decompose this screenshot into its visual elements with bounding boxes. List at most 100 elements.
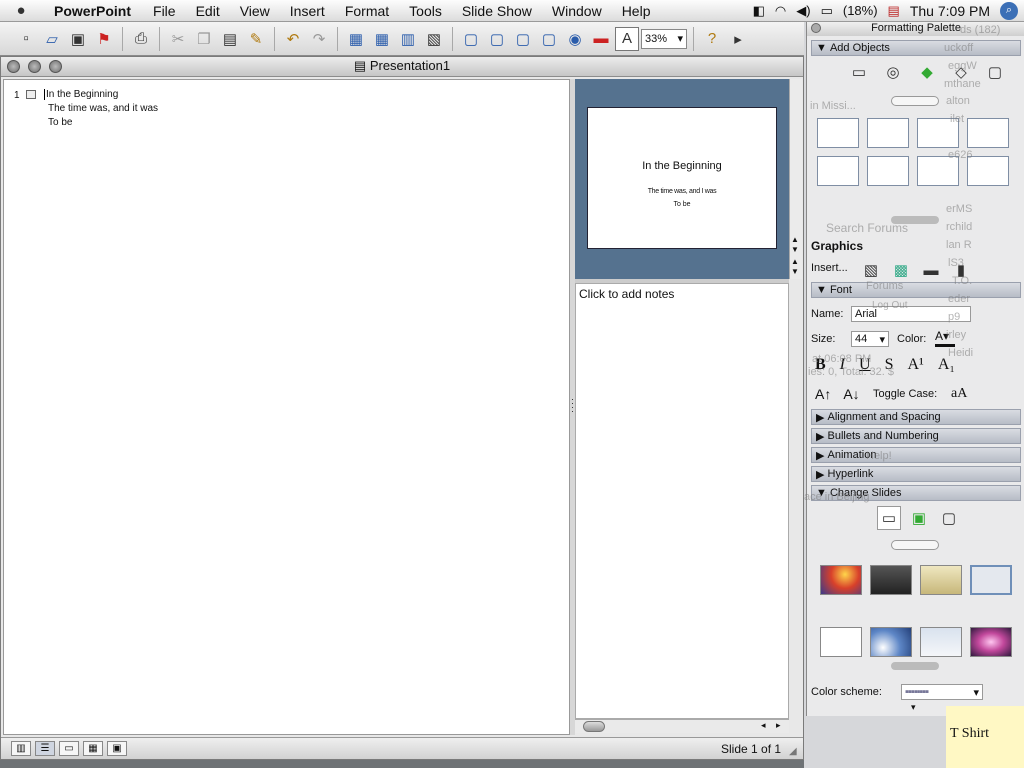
volume-icon[interactable]: ◀) xyxy=(796,3,810,19)
notes-placeholder[interactable]: Click to add notes xyxy=(579,287,674,301)
slide-body-line-2[interactable]: To be xyxy=(588,201,776,208)
layout-title-text[interactable] xyxy=(867,118,909,148)
increase-font-icon[interactable]: A↑ xyxy=(815,386,831,402)
palette-pager[interactable] xyxy=(891,96,939,106)
print-icon[interactable]: ⎙ xyxy=(129,27,153,51)
layout-table[interactable] xyxy=(967,118,1009,148)
hyperlink-section[interactable]: ▶ Hyperlink xyxy=(811,466,1021,482)
scroll-thumb[interactable] xyxy=(583,721,605,732)
battery-icon[interactable]: ▭ xyxy=(821,3,833,19)
slide-design-tab-icon[interactable]: ▭ xyxy=(877,506,901,530)
slide-layouts-tab-icon[interactable]: ▭ xyxy=(847,60,871,84)
designs-pager[interactable] xyxy=(891,540,939,550)
toggle-case-button[interactable]: aA xyxy=(951,386,967,402)
apple-menu-icon[interactable]: ● xyxy=(0,2,42,19)
new-slide-icon[interactable]: ▢ xyxy=(459,27,483,51)
photos-tab-icon[interactable]: ▢ xyxy=(983,60,1007,84)
layout-text-chart[interactable] xyxy=(867,156,909,186)
outline-bullet-2[interactable]: To be xyxy=(48,117,72,128)
clip-art-tab-icon[interactable]: ◆ xyxy=(915,60,939,84)
design-thumbnail-5[interactable] xyxy=(820,627,862,657)
layout-title[interactable] xyxy=(817,118,859,148)
menu-tools[interactable]: Tools xyxy=(399,3,452,19)
menu-file[interactable]: File xyxy=(143,3,186,19)
outline-bullet-1[interactable]: The time was, and it was xyxy=(48,103,158,114)
outline-pane[interactable]: 1 In the Beginning The time was, and it … xyxy=(3,79,570,735)
notes-pane[interactable]: Click to add notes xyxy=(575,283,789,719)
picture-icon[interactable]: ▧ xyxy=(422,27,446,51)
title-bar[interactable]: ▤ Presentation1 xyxy=(1,57,803,77)
design-thumbnail-7[interactable] xyxy=(920,627,962,657)
flag-icon[interactable]: ▤ xyxy=(888,3,900,19)
scroll-up-icon[interactable]: ▲ xyxy=(791,235,799,244)
menu-format[interactable]: Format xyxy=(335,3,399,19)
slide[interactable]: In the Beginning The time was, and I was… xyxy=(587,107,777,249)
insert-picture-icon[interactable]: ▧ xyxy=(859,258,883,282)
design-thumbnail-8[interactable] xyxy=(970,627,1012,657)
slide-icon[interactable] xyxy=(26,90,36,99)
palette-close-button[interactable] xyxy=(811,23,821,33)
formatting-palette-icon[interactable]: A xyxy=(615,26,639,51)
slide-body-line-1[interactable]: The time was, and I was xyxy=(588,188,776,195)
wifi-icon[interactable]: ◠ xyxy=(775,3,786,19)
menu-slide-show[interactable]: Slide Show xyxy=(452,3,542,19)
color-scheme-select[interactable]: ▪▪▪▪▪▪▪▪ ▾ xyxy=(901,684,983,700)
summary-slide-icon[interactable]: ▢ xyxy=(537,27,561,51)
palette-resize-icon[interactable]: ▾ xyxy=(911,702,916,713)
battery-percent[interactable]: (18%) xyxy=(843,3,878,18)
help-icon[interactable]: ? xyxy=(700,27,724,51)
next-slide-icon[interactable]: ▼ xyxy=(791,267,799,276)
shapes-tab-icon[interactable]: ◎ xyxy=(881,60,905,84)
design-thumbnail-2[interactable] xyxy=(870,565,912,595)
prev-slide-icon[interactable]: ▲ xyxy=(791,257,799,266)
normal-view-icon[interactable]: ▥ xyxy=(11,741,31,756)
slide-title[interactable]: In the Beginning xyxy=(588,160,776,172)
menu-edit[interactable]: Edit xyxy=(186,3,230,19)
menu-window[interactable]: Window xyxy=(542,3,612,19)
design-thumbnail-1[interactable] xyxy=(820,565,862,595)
decrease-font-icon[interactable]: A↓ xyxy=(843,386,859,402)
insert-wordart-icon[interactable]: ▬ xyxy=(919,258,943,282)
add-objects-section[interactable]: ▼ Add Objects xyxy=(811,40,1021,56)
table-icon[interactable]: ▦ xyxy=(370,27,394,51)
duplicate-slide-icon[interactable]: ▢ xyxy=(485,27,509,51)
save-icon[interactable]: ▣ xyxy=(66,27,90,51)
font-section[interactable]: ▼ Font xyxy=(811,282,1021,298)
open-icon[interactable]: ▱ xyxy=(40,27,64,51)
designs-scroll-icon[interactable] xyxy=(891,662,939,670)
menu-insert[interactable]: Insert xyxy=(280,3,335,19)
app-menu[interactable]: PowerPoint xyxy=(42,3,143,19)
slide-scrollbar[interactable]: ▲ ▼ ▲ ▼ xyxy=(789,79,802,279)
insert-image-icon[interactable]: ▩ xyxy=(889,258,913,282)
text-box-icon[interactable]: ▦ xyxy=(344,27,368,51)
expand-slide-icon[interactable]: ▢ xyxy=(511,27,535,51)
layout-chart[interactable] xyxy=(967,156,1009,186)
paste-icon[interactable]: ▤ xyxy=(218,27,242,51)
new-icon[interactable]: ▫ xyxy=(14,27,38,51)
menu-help[interactable]: Help xyxy=(612,3,661,19)
outline-view-icon[interactable]: ☰ xyxy=(35,741,55,756)
slide-show-icon[interactable]: ◉ xyxy=(563,27,587,51)
cut-icon[interactable]: ✂ xyxy=(166,27,190,51)
alignment-section[interactable]: ▶ Alignment and Spacing xyxy=(811,409,1021,425)
animation-section[interactable]: ▶ Animation xyxy=(811,447,1021,463)
slide-transition-tab-icon[interactable]: ▣ xyxy=(907,506,931,530)
notes-horizontal-scrollbar[interactable]: ◂ ▸ xyxy=(575,719,789,733)
copy-icon[interactable]: ❐ xyxy=(192,27,216,51)
zoom-select[interactable]: 33% ▾ xyxy=(641,28,687,49)
flag-red-icon[interactable]: ⚑ xyxy=(92,27,116,51)
layout-chart-text[interactable] xyxy=(817,156,859,186)
resize-grip-icon[interactable]: ◢ xyxy=(789,746,797,757)
superscript-button[interactable]: A¹ xyxy=(907,356,923,374)
design-thumbnail-4[interactable] xyxy=(970,565,1012,595)
font-size-field[interactable]: 44 ▾ xyxy=(851,331,889,347)
spotlight-icon[interactable]: ⌕ xyxy=(1000,1,1018,20)
scroll-down-icon[interactable]: ▼ xyxy=(791,245,799,254)
menu-view[interactable]: View xyxy=(230,3,280,19)
bullets-section[interactable]: ▶ Bullets and Numbering xyxy=(811,428,1021,444)
undo-icon[interactable]: ↶ xyxy=(281,27,305,51)
redo-icon[interactable]: ↷ xyxy=(307,27,331,51)
toolbox-icon[interactable]: ▬ xyxy=(589,27,613,51)
slide-sorter-view-icon[interactable]: ▦ xyxy=(83,741,103,756)
toolbar-overflow-icon[interactable]: ▸ xyxy=(726,27,750,51)
